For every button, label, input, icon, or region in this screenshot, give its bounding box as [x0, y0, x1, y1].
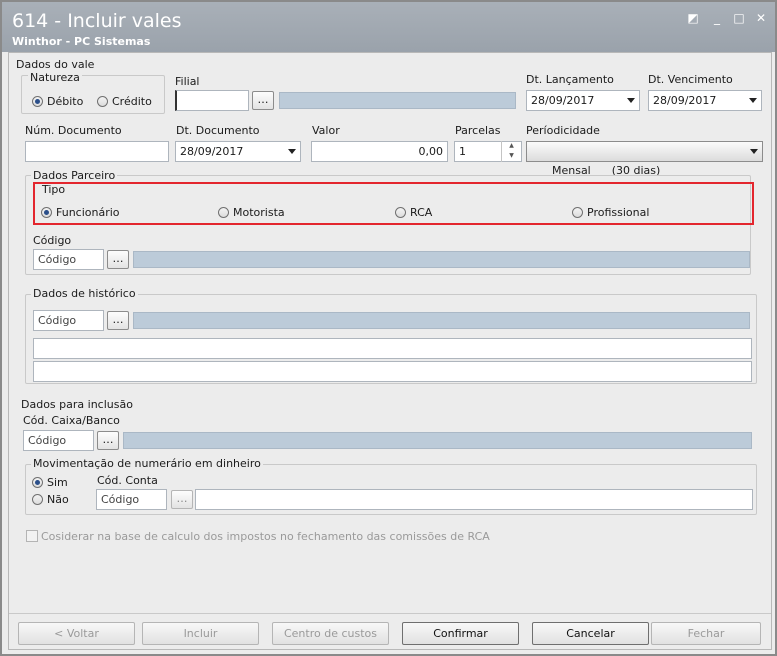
form-content: Dados do vale Natureza Débito Crédito Fi…	[8, 52, 772, 650]
dt-lancamento-label: Dt. Lançamento	[526, 73, 614, 86]
maximize-icon[interactable]: □	[730, 10, 748, 26]
caixa-banco-label: Cód. Caixa/Banco	[23, 414, 120, 427]
natureza-debito-label: Débito	[47, 95, 84, 108]
parcelas-value: 1	[459, 145, 466, 158]
chevron-down-icon	[749, 98, 757, 103]
tipo-profissional-label: Profissional	[587, 206, 650, 219]
tipo-rca-radio[interactable]: RCA	[395, 206, 432, 219]
impostos-checkbox-label: Cosiderar na base de calculo dos imposto…	[41, 530, 490, 543]
title-bar: 614 - Incluir vales Winthor - PC Sistema…	[2, 2, 775, 52]
num-documento-label: Núm. Documento	[25, 124, 122, 137]
filial-label: Filial	[175, 75, 200, 88]
historico-codigo-input[interactable]: Código	[33, 310, 104, 331]
fechar-button[interactable]: Fechar	[651, 622, 761, 645]
window-subtitle: Winthor - PC Sistemas	[12, 35, 151, 48]
footer-divider	[9, 613, 771, 614]
tipo-rca-label: RCA	[410, 206, 433, 219]
filial-lookup-button[interactable]: …	[252, 91, 274, 110]
num-documento-input[interactable]	[25, 141, 169, 162]
radio-on-icon	[32, 96, 43, 107]
tipo-funcionario-radio[interactable]: Funcionário	[41, 206, 120, 219]
tipo-motorista-radio[interactable]: Motorista	[218, 206, 285, 219]
parceiro-codigo-label: Código	[33, 234, 72, 247]
dt-documento-value: 28/09/2017	[180, 145, 244, 158]
ellipsis-icon: …	[176, 492, 188, 505]
tipo-legend: Tipo	[42, 183, 66, 196]
dados-historico-legend: Dados de histórico	[31, 287, 138, 300]
radio-on-icon	[32, 477, 43, 488]
radio-off-icon	[97, 96, 108, 107]
ellipsis-icon: …	[102, 433, 114, 446]
dt-vencimento-label: Dt. Vencimento	[648, 73, 733, 86]
natureza-legend: Natureza	[28, 71, 82, 84]
periodicidade-select[interactable]: Mensal (30 dias)	[526, 141, 763, 177]
parcelas-label: Parcelas	[455, 124, 501, 137]
ellipsis-icon: …	[112, 252, 124, 265]
filial-description	[279, 92, 516, 109]
filial-input[interactable]	[175, 90, 249, 111]
voltar-button[interactable]: < Voltar	[18, 622, 135, 645]
radio-off-icon	[218, 207, 229, 218]
dados-vale-legend: Dados do vale	[16, 58, 95, 71]
chevron-down-icon	[627, 98, 635, 103]
valor-label: Valor	[312, 124, 340, 137]
historico-lookup-button[interactable]: …	[107, 311, 129, 330]
dt-documento-label: Dt. Documento	[176, 124, 260, 137]
conta-codigo-input[interactable]: Código	[96, 489, 167, 510]
conta-lookup-button[interactable]: …	[171, 490, 193, 509]
spin-down-icon[interactable]: ▼	[502, 151, 521, 161]
incluir-button[interactable]: Incluir	[142, 622, 259, 645]
tipo-funcionario-label: Funcionário	[56, 206, 120, 219]
dt-lancamento-picker[interactable]: 28/09/2017	[526, 90, 640, 111]
movimentacao-sim-label: Sim	[47, 476, 68, 489]
ellipsis-icon: …	[112, 313, 124, 326]
chevron-down-icon	[288, 149, 296, 154]
chevron-down-icon	[750, 149, 758, 154]
parceiro-lookup-button[interactable]: …	[107, 250, 129, 269]
movimentacao-nao-radio[interactable]: Não	[32, 493, 69, 506]
conta-label: Cód. Conta	[97, 474, 158, 487]
window-title: 614 - Incluir vales	[12, 10, 182, 32]
historico-description	[133, 312, 750, 329]
radio-off-icon	[395, 207, 406, 218]
caixa-banco-description	[123, 432, 752, 449]
periodicidade-label: Períodicidade	[526, 124, 600, 137]
valor-input[interactable]: 0,00	[311, 141, 448, 162]
natureza-credito-label: Crédito	[112, 95, 152, 108]
conta-description	[195, 489, 753, 510]
caixa-banco-input[interactable]: Código	[23, 430, 94, 451]
movimentacao-legend: Movimentação de numerário em dinheiro	[31, 457, 263, 470]
parcelas-spinner[interactable]: ▲ ▼	[501, 141, 521, 162]
minimize-icon[interactable]: _	[708, 10, 726, 26]
confirmar-button[interactable]: Confirmar	[402, 622, 519, 645]
centro-custos-button[interactable]: Centro de custos	[272, 622, 389, 645]
app-window: 614 - Incluir vales Winthor - PC Sistema…	[0, 0, 777, 656]
natureza-debito-radio[interactable]: Débito	[32, 95, 83, 108]
historico-line-1[interactable]	[33, 338, 752, 359]
parceiro-codigo-input[interactable]: Código	[33, 249, 104, 270]
caixa-banco-lookup-button[interactable]: …	[97, 431, 119, 450]
radio-off-icon	[572, 207, 583, 218]
close-icon[interactable]: ✕	[752, 10, 770, 26]
natureza-credito-radio[interactable]: Crédito	[97, 95, 152, 108]
movimentacao-nao-label: Não	[47, 493, 69, 506]
dt-vencimento-picker[interactable]: 28/09/2017	[648, 90, 762, 111]
radio-off-icon	[32, 494, 43, 505]
dt-documento-picker[interactable]: 28/09/2017	[175, 141, 301, 162]
ellipsis-icon: …	[257, 93, 269, 106]
dados-inclusao-legend: Dados para inclusão	[21, 398, 133, 411]
movimentacao-sim-radio[interactable]: Sim	[32, 476, 68, 489]
cancelar-button[interactable]: Cancelar	[532, 622, 649, 645]
spin-up-icon[interactable]: ▲	[502, 141, 521, 151]
dt-vencimento-value: 28/09/2017	[653, 94, 717, 107]
tipo-profissional-radio[interactable]: Profissional	[572, 206, 649, 219]
impostos-checkbox[interactable]	[26, 530, 38, 542]
tipo-motorista-label: Motorista	[233, 206, 285, 219]
pin-icon[interactable]: ◩	[684, 10, 702, 26]
radio-on-icon	[41, 207, 52, 218]
dados-parceiro-legend: Dados Parceiro	[31, 169, 118, 182]
parceiro-description	[133, 251, 750, 268]
dt-lancamento-value: 28/09/2017	[531, 94, 595, 107]
historico-line-2[interactable]	[33, 361, 752, 382]
